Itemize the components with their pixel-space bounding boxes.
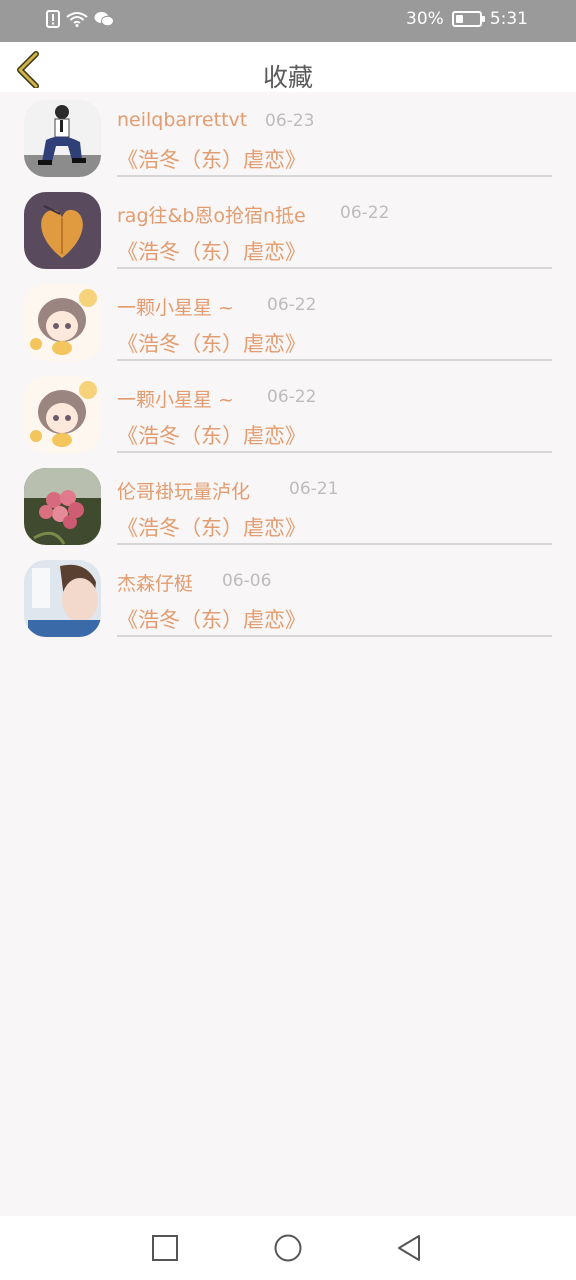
favorite-date: 06-22 [340, 203, 390, 223]
favorite-item[interactable]: rag往&b恩o抢宿n抵e 06-22 《浩冬（东）虐恋》 [0, 184, 576, 276]
boy-sitting-photo [24, 100, 101, 177]
favorite-item[interactable]: neilqbarrettvt 06-23 《浩冬（东）虐恋》 [0, 92, 576, 184]
wifi-icon [66, 12, 88, 27]
book-title[interactable]: 《浩冬（东）虐恋》 [117, 144, 306, 174]
book-title[interactable]: 《浩冬（东）虐恋》 [117, 420, 306, 450]
back-triangle-icon [398, 1235, 420, 1261]
row-divider [117, 359, 552, 361]
favorite-date: 06-22 [267, 387, 317, 407]
row-divider [117, 451, 552, 453]
status-left-icons [46, 10, 114, 28]
book-title[interactable]: 《浩冬（东）虐恋》 [117, 512, 306, 542]
battery-icon [451, 11, 485, 27]
favorites-list: neilqbarrettvt 06-23 《浩冬（东）虐恋》 rag往&b恩o抢… [0, 92, 576, 644]
boy-portrait-photo [24, 560, 101, 637]
battery-percent: 30% [406, 9, 444, 29]
user-name: 一颗小星星 ~ [117, 297, 234, 319]
back-nav-button[interactable] [396, 1234, 424, 1262]
row-divider [117, 267, 552, 269]
avatar[interactable] [24, 284, 101, 361]
book-title[interactable]: 《浩冬（东）虐恋》 [117, 604, 306, 634]
user-name: 一颗小星星 ~ [117, 389, 234, 411]
anime-girl-illustration [24, 376, 101, 453]
favorite-date: 06-06 [222, 571, 272, 591]
pink-flowers-photo [24, 468, 101, 545]
recents-button[interactable] [151, 1234, 179, 1262]
avatar[interactable] [24, 100, 101, 177]
row-divider [117, 543, 552, 545]
book-title[interactable]: 《浩冬（东）虐恋》 [117, 328, 306, 358]
page-title: 收藏 [262, 63, 313, 92]
app-header: 收藏 [0, 42, 576, 92]
leaf-heart-photo [24, 192, 101, 269]
user-name: neilqbarrettvt [117, 109, 248, 131]
favorite-item[interactable]: 伦哥褂玩量泸化 06-21 《浩冬（东）虐恋》 [0, 460, 576, 552]
favorite-item[interactable]: 杰森仔梃 06-06 《浩冬（东）虐恋》 [0, 552, 576, 644]
user-name: 杰森仔梃 [117, 573, 194, 595]
anime-girl-illustration [24, 284, 101, 361]
wechat-icon [94, 12, 114, 27]
favorite-item[interactable]: 一颗小星星 ~ 06-22 《浩冬（东）虐恋》 [0, 368, 576, 460]
recents-square-icon [152, 1235, 178, 1261]
user-name: 伦哥褂玩量泸化 [117, 481, 251, 503]
user-name: rag往&b恩o抢宿n抵e [117, 205, 306, 227]
avatar[interactable] [24, 192, 101, 269]
row-divider [117, 175, 552, 177]
sim-alert-icon [46, 10, 60, 28]
avatar[interactable] [24, 560, 101, 637]
status-bar: 30% 5:31 [0, 0, 576, 42]
favorite-date: 06-22 [267, 295, 317, 315]
avatar[interactable] [24, 468, 101, 545]
favorite-date: 06-23 [265, 111, 315, 131]
avatar[interactable] [24, 376, 101, 453]
home-circle-icon [274, 1234, 302, 1262]
book-title[interactable]: 《浩冬（东）虐恋》 [117, 236, 306, 266]
status-right: 30% 5:31 [406, 9, 528, 29]
home-button[interactable] [274, 1234, 302, 1262]
clock: 5:31 [489, 9, 528, 29]
favorite-date: 06-21 [289, 479, 339, 499]
system-nav-bar [0, 1216, 576, 1280]
row-divider [117, 635, 552, 637]
battery-level [455, 15, 463, 23]
favorite-item[interactable]: 一颗小星星 ~ 06-22 《浩冬（东）虐恋》 [0, 276, 576, 368]
